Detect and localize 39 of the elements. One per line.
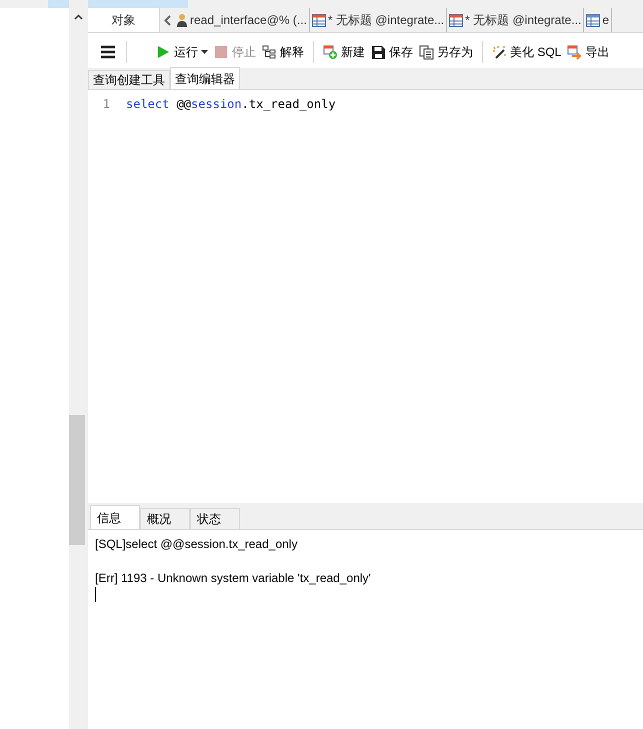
- saveas-button[interactable]: 另存为: [416, 38, 476, 66]
- scrollbar-thumb[interactable]: [69, 415, 85, 545]
- scroll-up-icon[interactable]: [74, 14, 83, 20]
- explain-button[interactable]: 解释: [259, 38, 307, 66]
- message-line: [Err] 1193 - Unknown system variable 'tx_read_only': [95, 570, 372, 587]
- document-tab[interactable]: * 无标题 @integrate...: [310, 8, 448, 32]
- objects-tab[interactable]: 对象: [88, 8, 160, 32]
- code-line: select @@session.tx_read_only: [126, 96, 336, 113]
- magic-wand-icon: [492, 44, 507, 60]
- save-button[interactable]: 保存: [368, 38, 416, 66]
- editor-tab[interactable]: 查询创建工具: [88, 70, 170, 89]
- table-icon: [586, 14, 600, 26]
- export-button[interactable]: 导出: [564, 38, 612, 66]
- chevron-left-icon: [164, 14, 170, 26]
- menu-icon: [100, 45, 116, 59]
- play-icon: [156, 44, 171, 60]
- run-button[interactable]: 运行: [153, 38, 211, 66]
- scrollbar[interactable]: [69, 0, 88, 729]
- message-line: [SQL]select @@session.tx_read_only: [95, 536, 298, 553]
- text-cursor: [95, 587, 96, 602]
- square-icon: [214, 44, 229, 60]
- result-tab[interactable]: 状态: [190, 508, 240, 529]
- beautify-button[interactable]: 美化 SQL: [489, 38, 564, 66]
- table-icon: [449, 14, 464, 26]
- documents-icon: [419, 44, 434, 60]
- editor-tab[interactable]: 查询编辑器: [170, 67, 240, 89]
- result-tab[interactable]: 概况: [140, 508, 190, 529]
- caret-down-icon: [201, 50, 208, 54]
- table-icon: [312, 14, 326, 26]
- user-icon: [176, 13, 188, 27]
- export-arrow-icon: [567, 44, 582, 60]
- result-tab[interactable]: 信息: [90, 505, 140, 529]
- document-tab[interactable]: * 无标题 @integrate...: [447, 8, 584, 32]
- diagram-icon: [262, 44, 277, 60]
- document-tab[interactable]: read_interface@% (...: [174, 8, 310, 32]
- line-number: 1: [102, 96, 111, 113]
- document-tab[interactable]: e: [584, 8, 612, 32]
- add-table-icon: [323, 44, 338, 60]
- new-button[interactable]: 新建: [320, 38, 368, 66]
